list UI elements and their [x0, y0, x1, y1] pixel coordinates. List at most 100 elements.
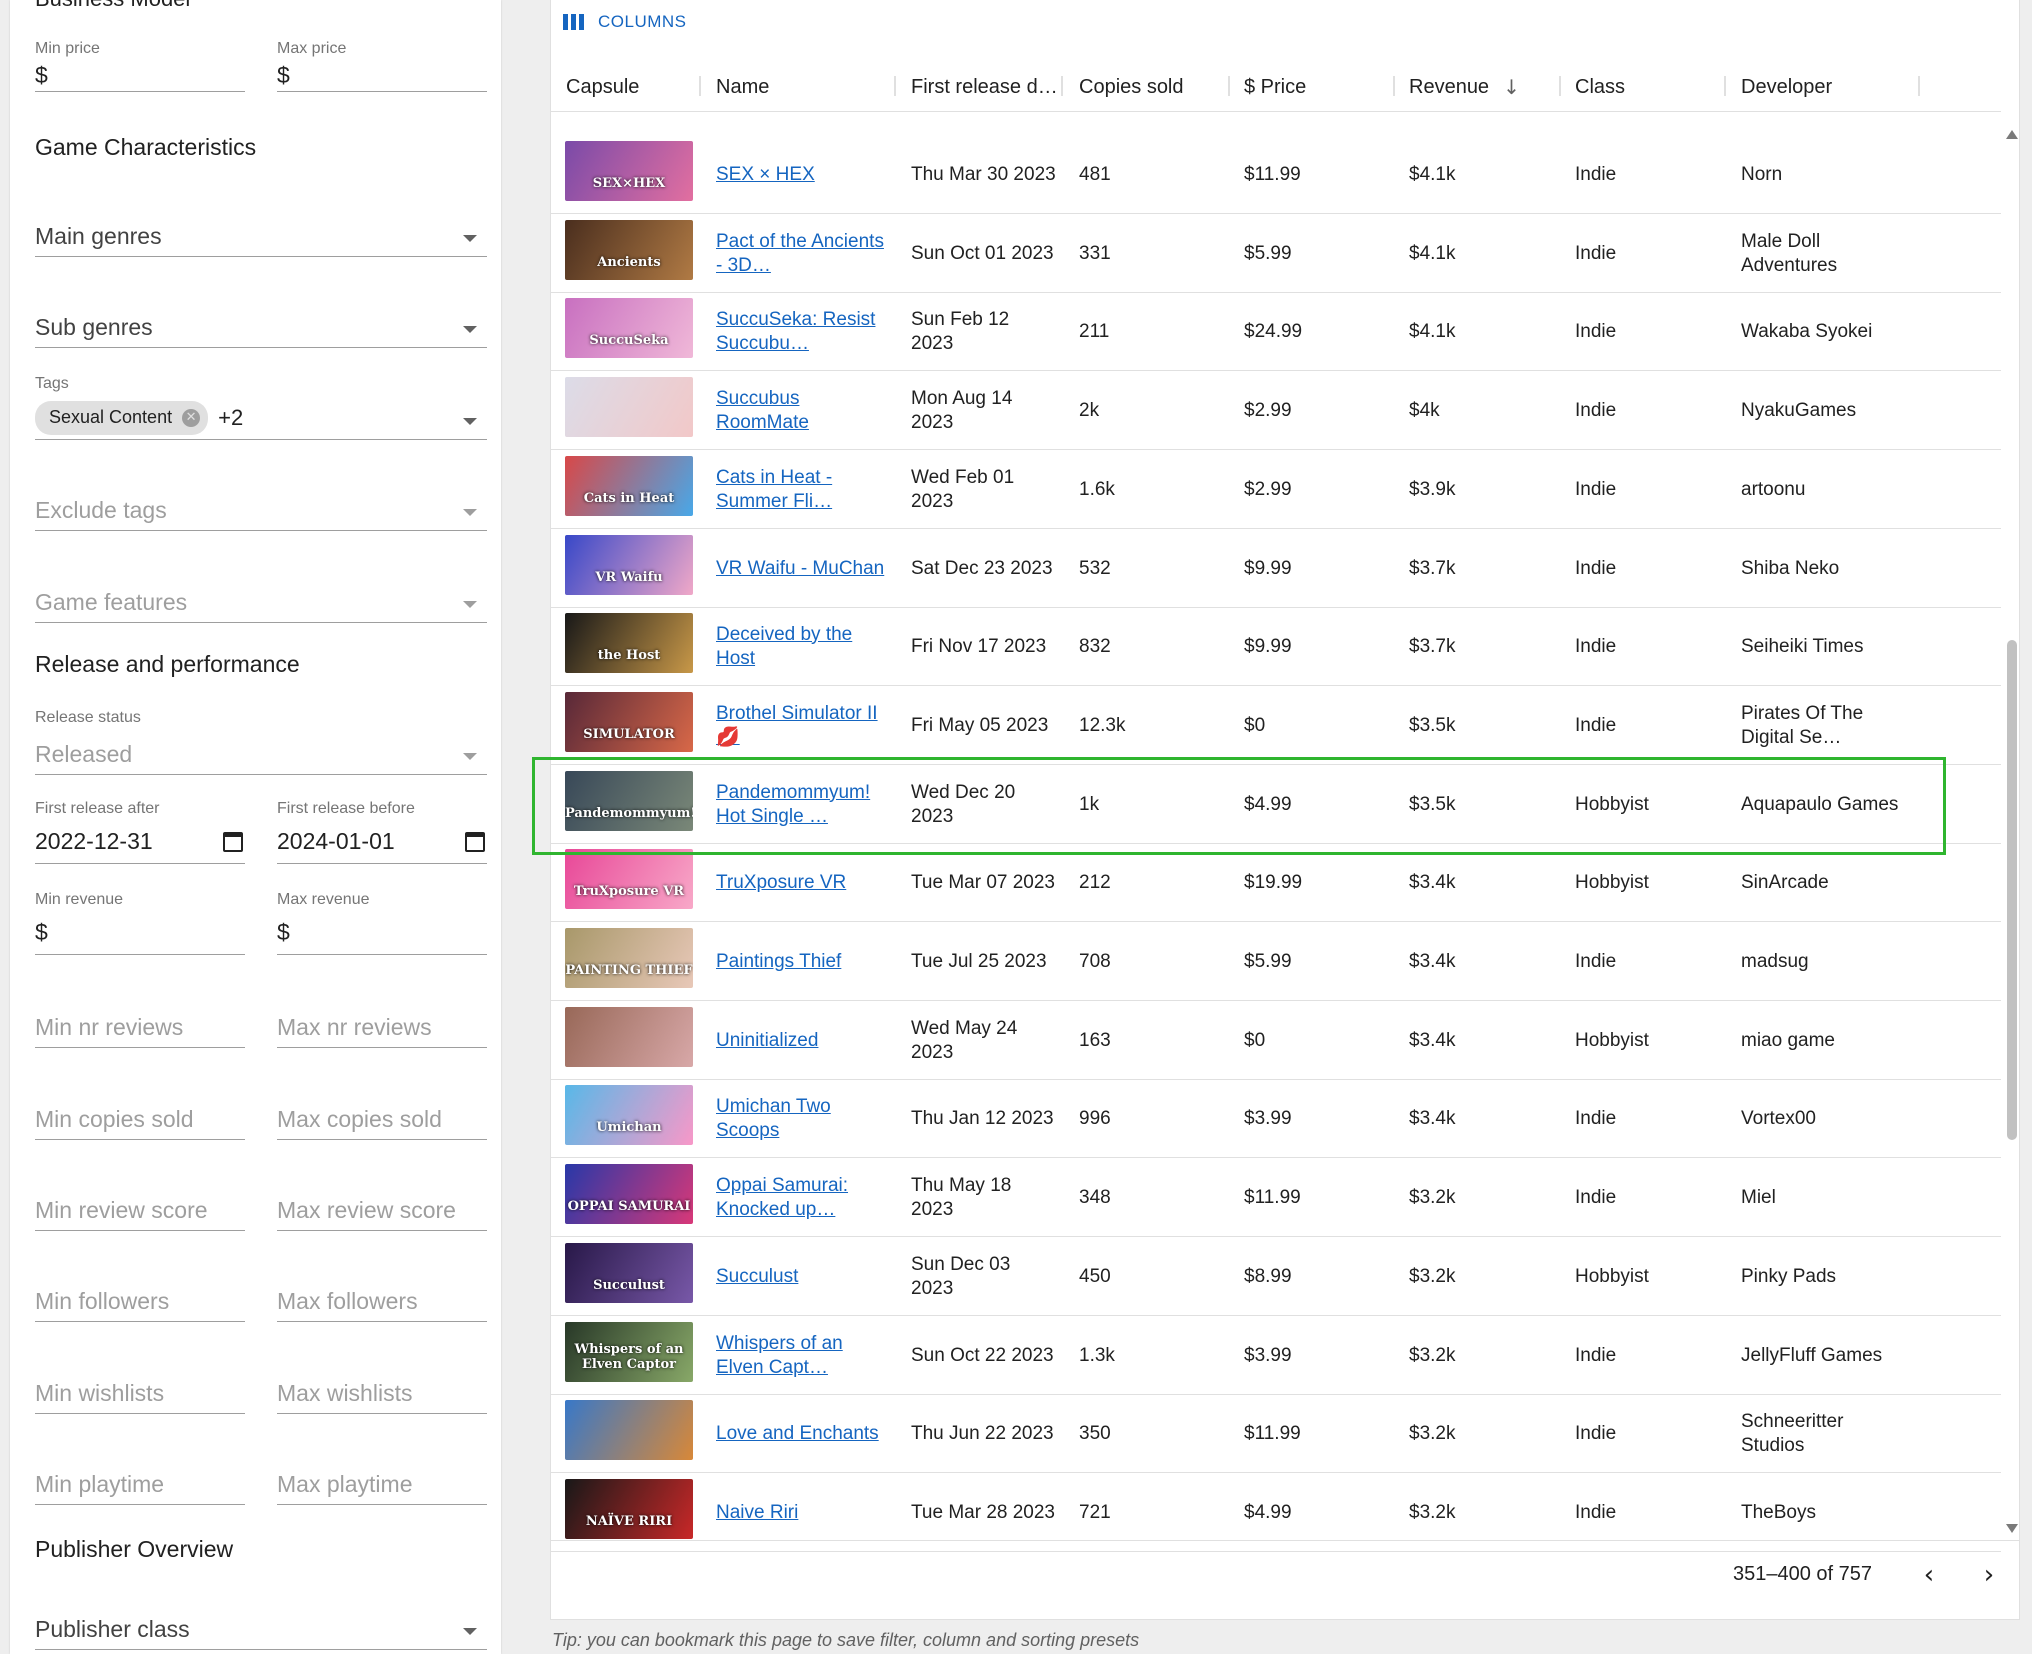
min-wishlists-input[interactable]: Min wishlists — [35, 1370, 245, 1414]
column-separator[interactable] — [1559, 76, 1561, 96]
table-row[interactable]: PAINTING THIEF Paintings Thief Tue Jul 25 … — [551, 922, 2001, 1001]
game-name-link[interactable]: Deceived by the Host — [716, 623, 886, 671]
main-genres-select[interactable]: Main genres — [35, 213, 487, 257]
max-revenue-input[interactable]: $ — [277, 911, 487, 955]
scroll-down-arrow-icon[interactable] — [2006, 1524, 2018, 1533]
first-release-after-field[interactable]: First release after 2022-12-31 — [35, 800, 245, 864]
tags-select[interactable]: Sexual Content ✕ +2 — [35, 396, 487, 440]
game-name-link[interactable]: Pandemommyum! Hot Single … — [716, 781, 886, 829]
table-row[interactable]: VR Waifu VR Waifu - MuChan Sat Dec 23 2023… — [551, 529, 2001, 608]
min-followers-field[interactable]: Min followers — [35, 1278, 245, 1322]
first-release-before-field[interactable]: First release before 2024-01-01 — [277, 800, 487, 864]
table-row[interactable]: Umichan Umichan Two Scoops Thu Jan 12 2023… — [551, 1079, 2001, 1158]
column-header-copies-sold[interactable]: Copies sold — [1079, 62, 1184, 112]
game-features-select[interactable]: Game features — [35, 579, 487, 623]
column-header-price[interactable]: $ Price — [1244, 62, 1306, 112]
exclude-tags-select[interactable]: Exclude tags — [35, 487, 487, 531]
min-copies-sold-field[interactable]: Min copies sold — [35, 1096, 245, 1140]
game-name-link[interactable]: Uninitialized — [716, 1029, 818, 1053]
scroll-up-arrow-icon[interactable] — [2006, 130, 2018, 139]
table-row[interactable]: SIMULATOR Brothel Simulator II 💋 Fri May 0… — [551, 686, 2001, 765]
game-name-link[interactable]: Naive Riri — [716, 1501, 798, 1525]
next-page-button[interactable]: › — [1974, 1561, 2004, 1591]
chevron-down-icon[interactable] — [463, 509, 477, 516]
max-copies-sold-field[interactable]: Max copies sold — [277, 1096, 487, 1140]
max-price-input[interactable]: $ — [277, 60, 487, 92]
game-name-link[interactable]: Pact of the Ancients - 3D… — [716, 230, 886, 278]
max-nr-reviews-field[interactable]: Max nr reviews — [277, 1004, 487, 1048]
min-playtime-input[interactable]: Min playtime — [35, 1461, 245, 1505]
max-followers-input[interactable]: Max followers — [277, 1278, 487, 1322]
max-playtime-input[interactable]: Max playtime — [277, 1461, 487, 1505]
chevron-down-icon[interactable] — [463, 753, 477, 760]
tag-chip-sexual-content[interactable]: Sexual Content ✕ — [35, 400, 209, 435]
chevron-down-icon[interactable] — [463, 601, 477, 608]
chevron-down-icon[interactable] — [463, 235, 477, 242]
sub-genres-select[interactable]: Sub genres — [35, 304, 487, 348]
max-review-score-field[interactable]: Max review score — [277, 1187, 487, 1231]
column-separator[interactable] — [1724, 76, 1726, 96]
chevron-down-icon[interactable] — [463, 326, 477, 333]
chevron-down-icon[interactable] — [463, 1628, 477, 1635]
max-wishlists-field[interactable]: Max wishlists — [277, 1370, 487, 1414]
game-name-link[interactable]: Cats in Heat - Summer Fli… — [716, 466, 886, 514]
table-row[interactable]: SEX×HEX SEX × HEX Thu Mar 30 2023 481 $11.99… — [551, 135, 2001, 214]
first-release-before-input[interactable]: 2024-01-01 — [277, 820, 487, 864]
column-separator[interactable] — [699, 76, 701, 96]
close-icon[interactable]: ✕ — [182, 408, 201, 427]
min-price-field[interactable]: Min price $ — [35, 40, 245, 92]
game-name-link[interactable]: Umichan Two Scoops — [716, 1095, 886, 1143]
max-review-score-input[interactable]: Max review score — [277, 1187, 487, 1231]
game-name-link[interactable]: SEX × HEX — [716, 163, 815, 187]
table-row[interactable]: Succubus RoomMate Mon Aug 14 2023 2k $2.99 $… — [551, 371, 2001, 450]
column-separator[interactable] — [1061, 76, 1063, 96]
table-row[interactable]: the Host Deceived by the Host Fri Nov 17 2… — [551, 607, 2001, 686]
game-name-link[interactable]: Paintings Thief — [716, 950, 841, 974]
column-header-name[interactable]: Name — [716, 62, 769, 112]
game-name-link[interactable]: Love and Enchants — [716, 1422, 879, 1446]
table-row[interactable]: SuccuSeka SuccuSeka: Resist Succubu… Sun F… — [551, 292, 2001, 371]
calendar-icon[interactable] — [465, 832, 485, 852]
columns-button[interactable]: COLUMNS — [563, 8, 687, 36]
vertical-scrollbar[interactable] — [2004, 130, 2018, 1540]
column-header-capsule[interactable]: Capsule — [566, 62, 639, 112]
max-followers-field[interactable]: Max followers — [277, 1278, 487, 1322]
min-nr-reviews-input[interactable]: Min nr reviews — [35, 1004, 245, 1048]
max-revenue-field[interactable]: Max revenue $ — [277, 891, 487, 955]
column-separator[interactable] — [1393, 76, 1395, 96]
max-copies-sold-input[interactable]: Max copies sold — [277, 1096, 487, 1140]
game-name-link[interactable]: Whispers of an Elven Capt… — [716, 1332, 886, 1380]
column-header-developer[interactable]: Developer — [1741, 62, 1832, 112]
game-name-link[interactable]: SuccuSeka: Resist Succubu… — [716, 308, 886, 356]
calendar-icon[interactable] — [223, 832, 243, 852]
column-header-revenue[interactable]: Revenue ↓ — [1409, 62, 1520, 112]
min-review-score-field[interactable]: Min review score — [35, 1187, 245, 1231]
min-revenue-field[interactable]: Min revenue $ — [35, 891, 245, 955]
release-status-select[interactable]: Released — [35, 732, 487, 775]
min-copies-sold-input[interactable]: Min copies sold — [35, 1096, 245, 1140]
min-wishlists-field[interactable]: Min wishlists — [35, 1370, 245, 1414]
min-nr-reviews-field[interactable]: Min nr reviews — [35, 1004, 245, 1048]
min-review-score-input[interactable]: Min review score — [35, 1187, 245, 1231]
table-row[interactable]: Uninitialized Wed May 24 2023 163 $0 $3.4k Ho… — [551, 1001, 2001, 1080]
table-row[interactable]: Succulust Succulust Sun Dec 03 2023 450 $8.9… — [551, 1237, 2001, 1316]
table-row[interactable]: Cats in Heat Cats in Heat - Summer Fli… We… — [551, 450, 2001, 529]
table-row[interactable]: Love and Enchants Thu Jun 22 2023 350 $11.9… — [551, 1394, 2001, 1473]
first-release-after-input[interactable]: 2022-12-31 — [35, 820, 245, 864]
column-separator[interactable] — [1918, 76, 1920, 96]
min-playtime-field[interactable]: Min playtime — [35, 1461, 245, 1505]
game-name-link[interactable]: Succubus RoomMate — [716, 387, 886, 435]
table-row[interactable]: Pandemommyum! Pandemommyum! Hot Single … W… — [551, 765, 2001, 844]
game-name-link[interactable]: TruXposure VR — [716, 871, 846, 895]
chevron-down-icon[interactable] — [463, 418, 477, 425]
publisher-class-select[interactable]: Publisher class — [35, 1606, 487, 1650]
table-row[interactable]: OPPAI SAMURAI Oppai Samurai: Knocked up… T… — [551, 1158, 2001, 1237]
min-price-input[interactable]: $ — [35, 60, 245, 92]
max-wishlists-input[interactable]: Max wishlists — [277, 1370, 487, 1414]
min-followers-input[interactable]: Min followers — [35, 1278, 245, 1322]
column-separator[interactable] — [1228, 76, 1230, 96]
table-row[interactable]: Whispers of an Elven Captor Whispers of a… — [551, 1316, 2001, 1395]
table-row[interactable]: Ancients Pact of the Ancients - 3D… Sun Oc… — [551, 214, 2001, 293]
column-header-first-release-date[interactable]: First release d… — [911, 62, 1058, 112]
max-nr-reviews-input[interactable]: Max nr reviews — [277, 1004, 487, 1048]
